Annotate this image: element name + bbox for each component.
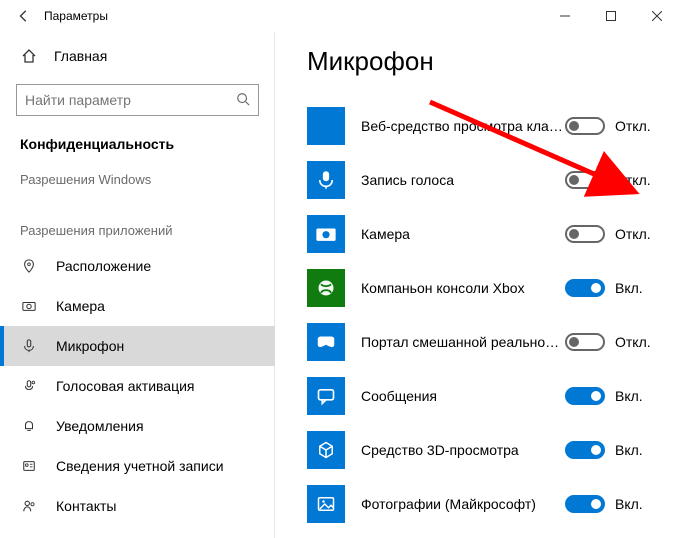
sidebar-item-voice[interactable]: Голосовая активация — [0, 366, 275, 406]
viewer-3d-icon — [307, 431, 345, 469]
sidebar-item-label: Камера — [56, 298, 105, 314]
search-input[interactable] — [25, 92, 236, 108]
home-icon — [20, 48, 38, 64]
app-row-mixed-reality: Портал смешанной реальности Откл. — [307, 315, 670, 369]
window-title: Параметры — [44, 9, 108, 23]
sidebar-item-label: Расположение — [56, 258, 151, 274]
sidebar-item-label: Уведомления — [56, 418, 144, 434]
sidebar-item-microphone[interactable]: Микрофон — [0, 326, 275, 366]
main: Главная Конфиденциальность Разрешения Wi… — [0, 32, 680, 538]
toggle-state: Вкл. — [615, 442, 655, 458]
sidebar-item-location[interactable]: Расположение — [0, 246, 275, 286]
arrow-left-icon — [17, 9, 31, 23]
toggle-state: Откл. — [615, 226, 655, 242]
back-button[interactable] — [8, 0, 40, 32]
toggle-voice-recorder[interactable] — [565, 171, 605, 189]
sidebar-item-account[interactable]: Сведения учетной записи — [0, 446, 275, 486]
app-row-xbox: Компаньон консоли Xbox Вкл. — [307, 261, 670, 315]
minimize-button[interactable] — [542, 0, 588, 32]
voice-recorder-icon — [307, 161, 345, 199]
toggle-xbox[interactable] — [565, 279, 605, 297]
app-label: Портал смешанной реальности — [345, 334, 565, 350]
sidebar-item-label: Контакты — [56, 498, 116, 514]
app-label: Сообщения — [345, 388, 565, 404]
toggle-state: Откл. — [615, 118, 655, 134]
sidebar-item-camera[interactable]: Камера — [0, 286, 275, 326]
photos-icon — [307, 485, 345, 523]
titlebar: Параметры — [0, 0, 680, 32]
toggle-photos[interactable] — [565, 495, 605, 513]
app-label: Камера — [345, 226, 565, 242]
close-icon — [652, 11, 662, 21]
search-box[interactable] — [16, 84, 259, 116]
app-label: Компаньон консоли Xbox — [345, 280, 565, 296]
sidebar-group-windows: Разрешения Windows — [0, 162, 275, 195]
maximize-icon — [606, 11, 616, 21]
mixed-reality-icon — [307, 323, 345, 361]
search-wrap — [0, 74, 275, 126]
app-label: Фотографии (Майкрософт) — [345, 496, 565, 512]
search-icon — [236, 92, 250, 109]
toggle-mixed-reality[interactable] — [565, 333, 605, 351]
app-row-webview: Веб-средство просмотра классических... О… — [307, 99, 670, 153]
app-row-voice-recorder: Запись голоса Откл. — [307, 153, 670, 207]
app-label: Веб-средство просмотра классических... — [345, 118, 565, 134]
messages-icon — [307, 377, 345, 415]
toggle-state: Вкл. — [615, 496, 655, 512]
bell-icon — [20, 419, 38, 433]
camera-icon — [20, 299, 38, 313]
toggle-state: Вкл. — [615, 280, 655, 296]
voice-icon — [20, 379, 38, 393]
app-tile-icon — [307, 107, 345, 145]
sidebar-item-label: Голосовая активация — [56, 378, 195, 394]
contacts-icon — [20, 499, 38, 513]
home-label: Главная — [54, 48, 107, 64]
toggle-webview[interactable] — [565, 117, 605, 135]
toggle-state: Откл. — [615, 172, 655, 188]
app-row-feedback: Центр отзывов Вкл. — [307, 531, 670, 538]
minimize-icon — [560, 11, 570, 21]
sidebar-item-notifications[interactable]: Уведомления — [0, 406, 275, 446]
app-row-messages: Сообщения Вкл. — [307, 369, 670, 423]
app-row-photos: Фотографии (Майкрософт) Вкл. — [307, 477, 670, 531]
home-link[interactable]: Главная — [0, 38, 275, 74]
page-title: Микрофон — [307, 46, 670, 77]
maximize-button[interactable] — [588, 0, 634, 32]
sidebar: Главная Конфиденциальность Разрешения Wi… — [0, 32, 275, 538]
account-icon — [20, 459, 38, 473]
sidebar-item-contacts[interactable]: Контакты — [0, 486, 275, 526]
camera-app-icon — [307, 215, 345, 253]
toggle-camera[interactable] — [565, 225, 605, 243]
toggle-state: Откл. — [615, 334, 655, 350]
microphone-icon — [20, 339, 38, 353]
sidebar-item-label: Сведения учетной записи — [56, 458, 224, 474]
toggle-3d-viewer[interactable] — [565, 441, 605, 459]
location-icon — [20, 259, 38, 273]
sidebar-category: Конфиденциальность — [0, 126, 275, 162]
close-button[interactable] — [634, 0, 680, 32]
content-area: Микрофон Веб-средство просмотра классиче… — [275, 32, 680, 538]
toggle-state: Вкл. — [615, 388, 655, 404]
app-row-3d-viewer: Средство 3D-просмотра Вкл. — [307, 423, 670, 477]
window-controls — [542, 0, 680, 32]
sidebar-item-label: Микрофон — [56, 338, 124, 354]
app-label: Средство 3D-просмотра — [345, 442, 565, 458]
app-label: Запись голоса — [345, 172, 565, 188]
app-row-camera: Камера Откл. — [307, 207, 670, 261]
toggle-messages[interactable] — [565, 387, 605, 405]
xbox-icon — [307, 269, 345, 307]
sidebar-group-apps: Разрешения приложений — [0, 213, 275, 246]
